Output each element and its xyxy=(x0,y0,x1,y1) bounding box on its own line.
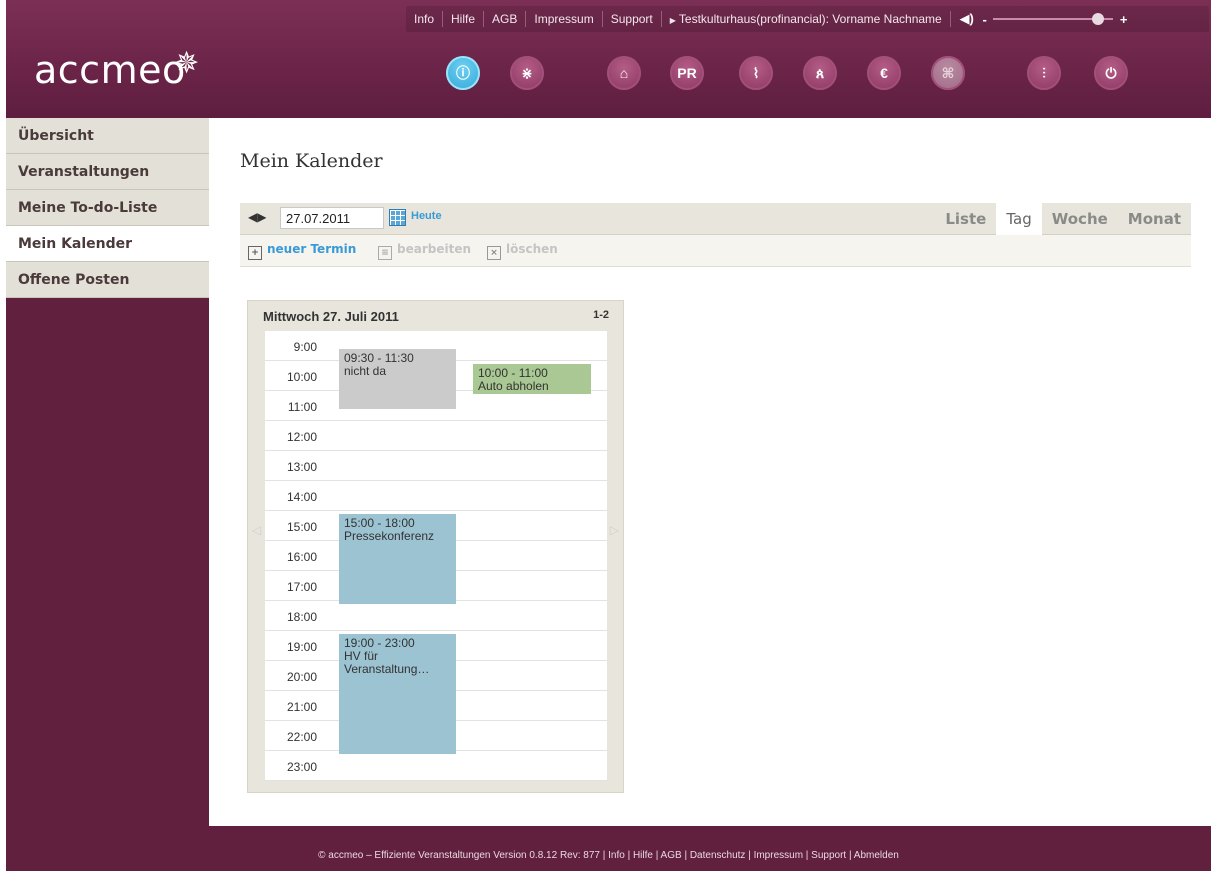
speaker-icon[interactable]: ◀) xyxy=(955,11,979,27)
hour-label: 14:00 xyxy=(286,490,317,504)
hour-slot[interactable]: 18:00 xyxy=(265,601,607,631)
delete-button[interactable]: × löschen xyxy=(487,242,558,260)
network-icon[interactable]: ⋇ xyxy=(510,56,544,90)
current-user-label: Testkulturhaus(profinancial): Vorname Na… xyxy=(678,12,942,26)
volume-slider[interactable] xyxy=(992,13,1113,25)
hour-label: 18:00 xyxy=(286,610,317,624)
topnav-impressum-link[interactable]: Impressum xyxy=(526,12,601,26)
logo-figure-icon: ✵ xyxy=(174,47,200,80)
pr-icon[interactable]: PR xyxy=(670,56,704,90)
tab-liste[interactable]: Liste xyxy=(935,203,996,235)
tab-woche[interactable]: Woche xyxy=(1042,203,1118,235)
main-content: Mein Kalender ◀▶ Heute ListeTagWocheMona… xyxy=(209,118,1211,826)
page-title: Mein Kalender xyxy=(240,150,383,172)
header: Info Hilfe AGB Impressum Support ▶ Testku… xyxy=(6,0,1211,118)
sidebar-item-meine-to-do-liste[interactable]: Meine To-do-Liste xyxy=(6,190,209,226)
sidebar-item-übersicht[interactable]: Übersicht xyxy=(6,118,209,154)
delete-label: löschen xyxy=(506,242,558,256)
hour-label: 11:00 xyxy=(287,400,317,414)
app-frame: Info Hilfe AGB Impressum Support ▶ Testku… xyxy=(6,0,1211,871)
day-title: Mittwoch 27. Juli 2011 xyxy=(263,309,399,324)
day-calendar: Mittwoch 27. Juli 2011 1-2 ◁ ▷ 9:00 10:00… xyxy=(247,300,624,793)
edit-label: bearbeiten xyxy=(397,242,472,256)
people-icon[interactable]: ጰ xyxy=(803,56,837,90)
prev-next-arrows[interactable]: ◀▶ xyxy=(248,210,266,224)
hour-label: 13:00 xyxy=(286,460,317,474)
paperclip-icon[interactable]: ⌇ xyxy=(739,56,773,90)
event-title: nicht da xyxy=(344,364,387,378)
topnav-support-link[interactable]: Support xyxy=(603,12,661,26)
hour-label: 17:00 xyxy=(286,580,317,594)
euro-icon[interactable]: € xyxy=(867,56,901,90)
topnav-agb-link[interactable]: AGB xyxy=(484,12,525,26)
delete-icon: × xyxy=(487,246,501,260)
info-icon[interactable]: ⓘ xyxy=(446,56,480,90)
calendar-event[interactable]: 09:30 - 11:30 nicht da xyxy=(339,349,456,409)
hour-slot[interactable]: 23:00 xyxy=(265,751,607,781)
hour-label: 23:00 xyxy=(286,760,317,774)
hour-slot[interactable]: 14:00 xyxy=(265,481,607,511)
volume-control: ◀) - + xyxy=(955,11,1133,27)
day-calendar-header: Mittwoch 27. Juli 2011 1-2 xyxy=(248,301,623,331)
hour-label: 12:00 xyxy=(286,430,317,444)
calendar-event[interactable]: 10:00 - 11:00 Auto abholen xyxy=(473,364,591,394)
event-title: HV für Veranstaltung… xyxy=(344,649,430,676)
footer: © accmeo – Effiziente Veranstaltungen Ve… xyxy=(6,826,1211,871)
calendar-toolbar: ◀▶ Heute ListeTagWocheMonat xyxy=(240,203,1191,235)
sidebar-item-mein-kalender[interactable]: Mein Kalender xyxy=(6,226,209,262)
hour-slot[interactable]: 12:00 xyxy=(265,421,607,451)
hour-label: 15:00 xyxy=(286,520,317,534)
hour-label: 22:00 xyxy=(286,730,317,744)
power-icon[interactable]: ⏻ xyxy=(1094,56,1128,90)
action-toolbar: + neuer Termin ≡ bearbeiten × löschen xyxy=(240,235,1191,267)
sidebar-item-veranstaltungen[interactable]: Veranstaltungen xyxy=(6,154,209,190)
view-tabs: Liste Tag Woche Monat xyxy=(935,203,1191,235)
hour-label: 20:00 xyxy=(286,670,317,684)
calendar-event[interactable]: 15:00 - 18:00 Pressekonferenz xyxy=(339,514,456,604)
new-appointment-button[interactable]: + neuer Termin xyxy=(248,242,356,260)
volume-slider-knob[interactable] xyxy=(1092,13,1105,25)
tab-monat[interactable]: Monat xyxy=(1118,203,1191,235)
today-link[interactable]: Heute xyxy=(411,210,442,222)
new-appointment-label: neuer Termin xyxy=(267,242,357,256)
date-input[interactable] xyxy=(280,207,384,229)
calendar-icon[interactable] xyxy=(389,209,406,226)
day-range: 1-2 xyxy=(593,309,609,321)
sidebar-item-offene-posten[interactable]: Offene Posten xyxy=(6,262,209,298)
event-title: Auto abholen xyxy=(478,379,549,393)
divider xyxy=(949,11,951,27)
triangle-right-icon: ▶ xyxy=(669,16,676,25)
sidebar: Übersicht Veranstaltungen Meine To-do-List… xyxy=(6,118,209,298)
calendar-add-icon: + xyxy=(248,246,262,260)
home-icon[interactable]: ⌂ xyxy=(607,56,641,90)
hour-label: 16:00 xyxy=(286,550,317,564)
calendar-event[interactable]: 19:00 - 23:00 HV für Veranstaltung… xyxy=(339,634,456,754)
tab-tag[interactable]: Tag xyxy=(996,203,1042,235)
sliders-icon[interactable]: ⫶ xyxy=(1027,56,1061,90)
top-navigation: Info Hilfe AGB Impressum Support ▶ Testku… xyxy=(406,6,1209,32)
scroll-left-icon[interactable]: ◁ xyxy=(252,523,261,537)
day-grid: 9:00 10:00 11:00 12:00 13:00 14:00 15:00 16:00 1… xyxy=(265,331,607,781)
current-user[interactable]: ▶ Testkulturhaus(profinancial): Vorname N… xyxy=(662,12,950,26)
hour-label: 10:00 xyxy=(286,370,317,384)
topnav-info-link[interactable]: Info xyxy=(406,12,442,26)
hour-slot[interactable]: 13:00 xyxy=(265,451,607,481)
edit-button[interactable]: ≡ bearbeiten xyxy=(378,242,471,260)
volume-plus-button[interactable]: + xyxy=(1115,12,1133,27)
scroll-right-icon[interactable]: ▷ xyxy=(610,523,619,537)
edit-icon: ≡ xyxy=(378,246,392,260)
hour-label: 19:00 xyxy=(286,640,317,654)
topnav-hilfe-link[interactable]: Hilfe xyxy=(443,12,483,26)
hour-label: 9:00 xyxy=(293,340,317,354)
ticket-icon[interactable]: ⌘ xyxy=(931,56,965,90)
event-title: Pressekonferenz xyxy=(344,529,435,543)
logo: accmeo xyxy=(34,48,186,92)
hour-label: 21:00 xyxy=(286,700,317,714)
volume-minus-button[interactable]: - xyxy=(979,12,991,27)
